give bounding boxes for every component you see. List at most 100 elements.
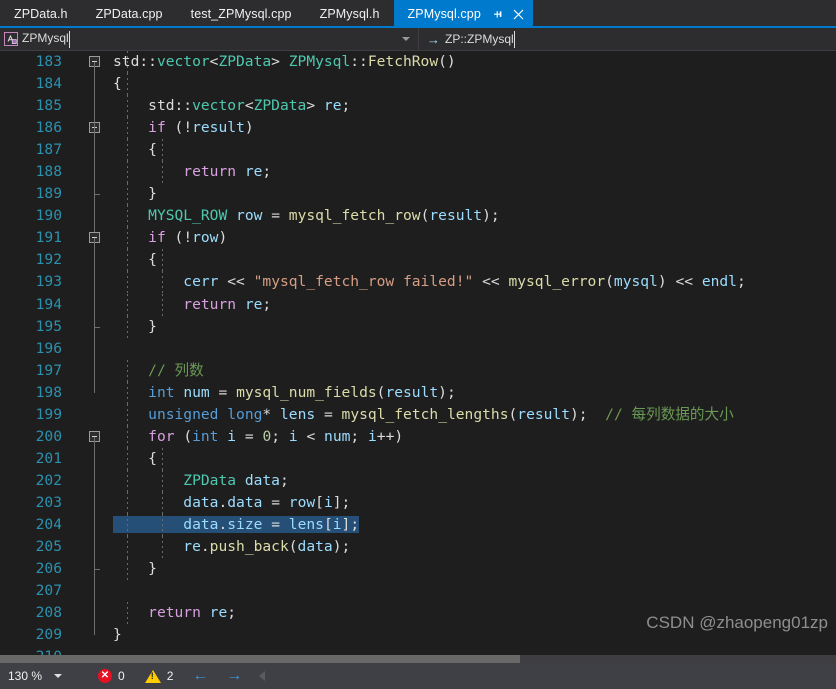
code-editor[interactable]: 183 std::vector<ZPData> ZPMysql::FetchRo… (0, 51, 836, 663)
tab-label: ZPData.h (14, 7, 68, 21)
pin-icon[interactable] (491, 7, 505, 21)
arrow-right-icon: → (427, 31, 440, 47)
horizontal-scrollbar[interactable] (0, 655, 836, 663)
code-line[interactable]: 200 for (int i = 0; i < num; i++) (0, 425, 836, 514)
class-dropdown[interactable]: ZPMysql (0, 28, 419, 50)
code-text: return re; (107, 602, 836, 625)
line-number: 195 (35, 317, 62, 335)
code-text: return re; (107, 293, 836, 316)
code-text: std::vector<ZPData> re; (107, 95, 836, 118)
member-dropdown-caret-text (513, 30, 515, 48)
line-number: 191 (35, 229, 62, 247)
zoom-level-dropdown[interactable]: 130 % (0, 663, 74, 689)
tab-zpdata-h[interactable]: ZPData.h (0, 0, 82, 28)
code-line[interactable]: 186 if (!result) (0, 117, 836, 206)
fold-end-marker (94, 194, 100, 196)
class-dropdown-caret-text (68, 30, 70, 48)
selection-highlight: data.size = lens[i]; (113, 515, 360, 533)
code-line[interactable]: 192 { (0, 249, 836, 316)
line-number: 185 (35, 97, 62, 115)
code-text: for (int i = 0; i < num; i++) (107, 425, 836, 448)
zoom-level-label: 130 % (8, 669, 43, 683)
line-number: 183 (35, 53, 62, 70)
code-line[interactable]: 189 } (0, 183, 836, 261)
code-line[interactable]: 196 (0, 338, 836, 360)
code-line[interactable]: 208 return re; (0, 602, 836, 625)
code-text: re.push_back(data); (107, 536, 836, 559)
chevron-down-icon[interactable] (402, 37, 410, 41)
code-text: unsigned long* lens = mysql_fetch_length… (107, 403, 836, 426)
code-line[interactable]: 188 return re; (0, 161, 836, 228)
tab-label: ZPData.cpp (95, 7, 163, 21)
tab-test-zpmysql-cpp[interactable]: test_ZPMysql.cpp (177, 0, 306, 28)
line-number: 209 (35, 626, 62, 644)
code-line[interactable]: 201 { (0, 447, 836, 514)
line-number: 208 (35, 604, 62, 622)
line-number: 205 (35, 538, 62, 556)
code-line[interactable]: 193 cerr << "mysql_fetch_row failed!" <<… (0, 271, 836, 338)
tab-zpmysql-cpp[interactable]: ZPMysql.cpp (393, 0, 533, 28)
code-text: std::vector<ZPData> ZPMysql::FetchRow() (107, 51, 836, 74)
code-line[interactable]: 202 ZPData data; (0, 469, 836, 537)
line-number: 199 (35, 405, 62, 423)
code-text: } (107, 315, 836, 338)
line-number: 187 (35, 141, 62, 159)
member-dropdown[interactable]: → ZP::ZPMysql (419, 28, 836, 50)
code-line[interactable]: 203 data.data = row[i]; (0, 491, 836, 559)
code-lines[interactable]: 183 std::vector<ZPData> ZPMysql::FetchRo… (0, 51, 836, 663)
code-line[interactable]: 185 std::vector<ZPData> re; (0, 95, 836, 162)
code-line[interactable]: 190 MYSQL_ROW row = mysql_fetch_row(resu… (0, 205, 836, 228)
line-number: 198 (35, 383, 62, 401)
line-number: 196 (35, 339, 62, 357)
error-count-item[interactable]: ✕ 0 (88, 663, 135, 689)
code-line[interactable]: 207 (0, 580, 836, 602)
class-icon (4, 32, 18, 46)
code-text: { (107, 73, 836, 96)
code-line[interactable]: 184 { (0, 73, 836, 140)
arrow-left-icon[interactable]: ← (183, 668, 217, 684)
code-line[interactable]: 195 } (0, 315, 836, 393)
code-line-selected[interactable]: 204 data.size = lens[i]; (0, 513, 836, 581)
line-number: 207 (35, 582, 62, 600)
code-line[interactable]: 205 re.push_back(data); (0, 536, 836, 603)
line-number: 192 (35, 251, 62, 269)
line-number: 200 (35, 427, 62, 445)
member-dropdown-value: ZP::ZPMysql (445, 32, 514, 46)
code-line[interactable]: 187 { (0, 139, 836, 206)
code-line[interactable]: 183 std::vector<ZPData> ZPMysql::FetchRo… (0, 51, 836, 140)
code-line[interactable]: 199 unsigned long* lens = mysql_fetch_le… (0, 403, 836, 426)
code-text: int num = mysql_num_fields(result); (107, 381, 836, 404)
tab-label: ZPMysql.cpp (407, 7, 481, 21)
fold-end-marker (94, 326, 100, 328)
close-icon[interactable] (511, 6, 527, 22)
fold-end-marker (94, 569, 100, 571)
code-text: // 列数 (107, 359, 836, 382)
warning-icon (144, 669, 161, 683)
editor-tab-strip: ZPData.h ZPData.cpp test_ZPMysql.cpp ZPM… (0, 0, 836, 28)
line-number: 189 (35, 185, 62, 203)
triangle-left-icon[interactable] (259, 671, 266, 681)
line-number: 197 (35, 361, 62, 379)
tab-label: test_ZPMysql.cpp (190, 7, 292, 21)
arrow-right-icon[interactable]: → (217, 668, 251, 684)
code-text: data.data = row[i]; (107, 491, 836, 514)
code-text: { (107, 249, 836, 272)
chevron-down-icon[interactable] (54, 674, 63, 678)
code-line[interactable]: 194 return re; (0, 293, 836, 360)
horizontal-scrollbar-thumb[interactable] (0, 655, 520, 663)
line-number: 202 (35, 471, 62, 489)
code-line[interactable]: 197 // 列数 (0, 359, 836, 382)
tab-zpmysql-h[interactable]: ZPMysql.h (306, 0, 394, 28)
code-line[interactable]: 209 } (0, 624, 836, 646)
code-line[interactable]: 198 int num = mysql_num_fields(result); (0, 381, 836, 404)
code-line[interactable]: 191 if (!row) (0, 227, 836, 316)
code-line[interactable]: 206 } (0, 558, 836, 636)
error-count-label: 0 (118, 669, 125, 683)
tab-zpdata-cpp[interactable]: ZPData.cpp (82, 0, 177, 28)
code-text: } (113, 626, 122, 644)
code-text: { (107, 447, 836, 470)
line-number: 184 (35, 75, 62, 93)
warning-count-item[interactable]: 2 (135, 663, 184, 689)
code-text: if (!result) (107, 117, 836, 140)
error-icon: ✕ (98, 669, 112, 683)
